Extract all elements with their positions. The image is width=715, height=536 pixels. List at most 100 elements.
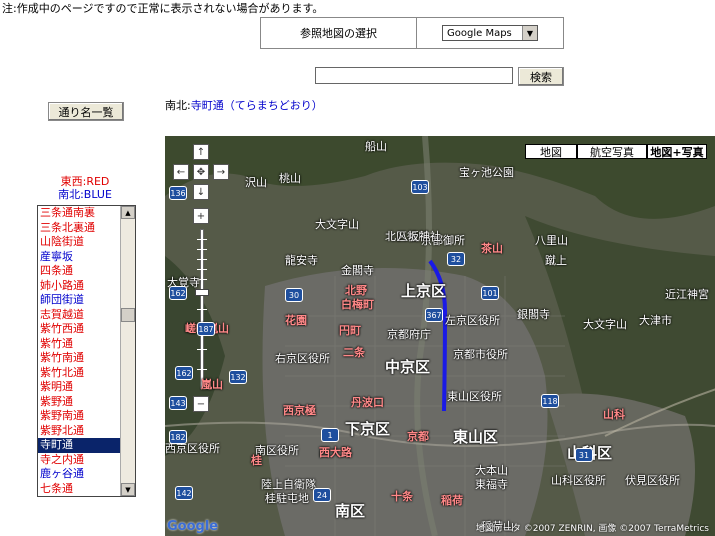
route-shield-icon: 103 bbox=[411, 180, 429, 194]
street-listbox[interactable]: 三条通南裏 三条北裏通 山陰街道 産寧坂 四条通 姉小路通 師団街道 志賀越道 紫竹西通 紫竹通紫… bbox=[37, 205, 136, 497]
map-label: 右京区役所 bbox=[275, 352, 330, 365]
color-legend: 東西:RED 南北:BLUE bbox=[30, 175, 140, 201]
street-list-item[interactable]: 産寧坂 bbox=[38, 250, 120, 265]
route-shield-icon: 142 bbox=[175, 486, 193, 500]
notice-text: 注:作成中のページですので正常に表示されない場合があります。 bbox=[2, 2, 324, 15]
route-shield-icon: 101 bbox=[481, 286, 499, 300]
route-shield-icon: 187 bbox=[197, 322, 215, 336]
street-list-item[interactable]: 紫野南通 bbox=[38, 409, 120, 424]
search-button[interactable]: 検索 bbox=[518, 67, 564, 86]
current-street-link[interactable]: 寺町通（てらまちどおり） bbox=[191, 99, 323, 112]
map-label: 東山区 bbox=[453, 428, 499, 446]
street-list-item[interactable]: 紫野通 bbox=[38, 395, 120, 410]
map-label: 船山 bbox=[365, 140, 387, 153]
legend-east-west: 東西:RED bbox=[60, 175, 110, 188]
zoom-out-icon[interactable]: − bbox=[193, 396, 209, 412]
route-shield-icon: 132 bbox=[229, 370, 247, 384]
map-label: 二条 bbox=[343, 346, 365, 359]
scroll-up-icon[interactable]: ▲ bbox=[121, 206, 135, 219]
route-shield-icon: 30 bbox=[285, 288, 303, 302]
map-label: 伏見区役所 bbox=[625, 474, 680, 487]
route-shield-icon: 32 bbox=[447, 252, 465, 266]
street-list-item[interactable]: 四条通 bbox=[38, 264, 120, 279]
map-label: 宝ヶ池公園 bbox=[459, 166, 514, 179]
route-shield-icon: 24 bbox=[313, 488, 331, 502]
map-label: 下京区 bbox=[345, 420, 391, 438]
street-list-item[interactable]: 志賀越道 bbox=[38, 308, 120, 323]
route-shield-icon: 367 bbox=[425, 308, 443, 322]
map-label: 京都 bbox=[407, 430, 429, 443]
map-label: 八里山 bbox=[535, 234, 568, 247]
street-list-item[interactable]: 師団街道 bbox=[38, 293, 120, 308]
route-shield-icon: 143 bbox=[169, 396, 187, 410]
map-label: 龍安寺 bbox=[285, 254, 318, 267]
map-label: 上京区 bbox=[401, 282, 447, 300]
street-list-item[interactable]: 鹿ヶ谷通 bbox=[38, 467, 120, 482]
street-list-item[interactable]: 寺之内通 bbox=[38, 453, 120, 468]
street-list-item[interactable]: 紫竹北通 bbox=[38, 366, 120, 381]
street-list-item[interactable]: 七条通 bbox=[38, 482, 120, 497]
street-list-item[interactable]: 三条通南裏 bbox=[38, 206, 120, 221]
map-label: 近江神宮 bbox=[665, 288, 709, 301]
route-shield-icon: 162 bbox=[175, 366, 193, 380]
pan-down-icon[interactable]: ↓ bbox=[193, 184, 209, 200]
scroll-down-icon[interactable]: ▼ bbox=[121, 483, 135, 496]
map-label: 茶山 bbox=[481, 242, 503, 255]
zoom-handle[interactable] bbox=[195, 289, 209, 296]
map-label: 京都市役所 bbox=[453, 348, 508, 361]
pan-up-icon[interactable]: ↑ bbox=[193, 144, 209, 160]
map-label: 桂 bbox=[251, 454, 262, 467]
map-select-value: Google Maps bbox=[447, 27, 512, 39]
pan-right-icon[interactable]: → bbox=[213, 164, 229, 180]
map-label: 蹴上 bbox=[545, 254, 567, 267]
street-list-button[interactable]: 通り名一覧 bbox=[48, 102, 124, 121]
map-type-map-button[interactable]: 地図 bbox=[525, 144, 577, 159]
map-select-dropdown[interactable]: Google Maps ▼ bbox=[442, 25, 538, 41]
map-label: 桃山 bbox=[279, 172, 301, 185]
street-list-item[interactable]: 紫明通 bbox=[38, 380, 120, 395]
search-input[interactable] bbox=[315, 67, 513, 84]
street-list-item[interactable]: 紫竹西通 bbox=[38, 322, 120, 337]
map-copyright: 地図データ ©2007 ZENRIN, 画像 ©2007 TerraMetric… bbox=[475, 524, 709, 534]
map-label: 大文字山 bbox=[583, 318, 627, 331]
map-label: 十条 bbox=[391, 490, 413, 503]
map-label: 山科区役所 bbox=[551, 474, 606, 487]
street-list-item[interactable]: 姉小路通 bbox=[38, 279, 120, 294]
map-type-hybrid-button[interactable]: 地図+写真 bbox=[647, 144, 707, 159]
map-label: 中京区 bbox=[385, 358, 431, 376]
current-street: 南北:寺町通（てらまちどおり） bbox=[165, 97, 323, 113]
street-list-item[interactable]: 山陰街道 bbox=[38, 235, 120, 250]
map-type-satellite-button[interactable]: 航空写真 bbox=[577, 144, 647, 159]
map-label: 東福寺 bbox=[475, 478, 508, 491]
map-label: 嵐山 bbox=[201, 378, 223, 391]
street-list-item[interactable]: 紫竹通 bbox=[38, 337, 120, 352]
map-label: 銀閣寺 bbox=[517, 308, 550, 321]
map-view[interactable]: 地図 航空写真 地図+写真 ↑ ← ✥ → ↓ + − 船山宝ヶ池公園沢山 桃山大… bbox=[165, 136, 715, 536]
map-label: 桂駐屯地 bbox=[265, 492, 309, 505]
legend-north-south: 南北:BLUE bbox=[58, 188, 112, 201]
pan-left-icon[interactable]: ← bbox=[173, 164, 189, 180]
zoom-slider[interactable] bbox=[195, 229, 209, 389]
scroll-thumb[interactable] bbox=[121, 308, 135, 322]
route-shield-icon: 182 bbox=[169, 430, 187, 444]
zoom-in-icon[interactable]: + bbox=[193, 208, 209, 224]
route-shield-icon: 162 bbox=[169, 286, 187, 300]
listbox-scrollbar[interactable]: ▲ ▼ bbox=[120, 206, 135, 496]
map-label: 南区 bbox=[335, 502, 366, 520]
map-label: 沢山 bbox=[245, 176, 267, 189]
route-shield-icon: 1 bbox=[321, 428, 339, 442]
street-list-item[interactable]: 寺町通 bbox=[38, 438, 120, 453]
map-label: 大文字山 bbox=[315, 218, 359, 231]
map-label: 左京区役所 bbox=[445, 314, 500, 327]
street-list-item[interactable]: 紫竹南通 bbox=[38, 351, 120, 366]
map-label: 丹波口 bbox=[351, 396, 384, 409]
chevron-down-icon[interactable]: ▼ bbox=[522, 26, 537, 40]
map-label: 花園 bbox=[285, 314, 307, 327]
map-label: 西大路 bbox=[319, 446, 352, 459]
map-label: 金閣寺 bbox=[341, 264, 374, 277]
map-label: 白梅町 bbox=[341, 298, 374, 311]
pan-center-icon[interactable]: ✥ bbox=[193, 164, 209, 180]
street-list-item[interactable]: 三条北裏通 bbox=[38, 221, 120, 236]
street-list-item[interactable]: 紫野北通 bbox=[38, 424, 120, 439]
map-label: 大津市 bbox=[639, 314, 672, 327]
